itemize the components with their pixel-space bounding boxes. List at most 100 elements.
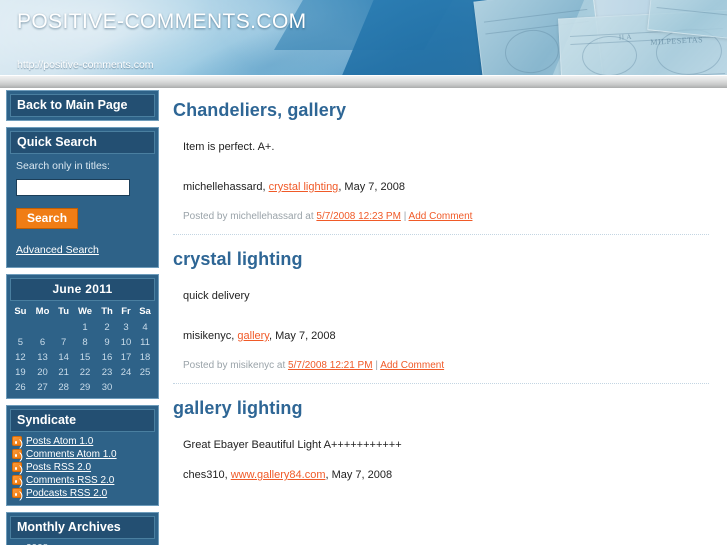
rss-icon [12,436,22,446]
main-content: Chandeliers, gallery Item is perfect. A+… [165,88,727,545]
calendar-week-row: 1 2 3 4 [10,320,155,335]
syndicate-link[interactable]: Podcasts RSS 2.0 [26,488,107,499]
post-divider [173,383,709,384]
calendar-day-cell[interactable]: 7 [54,335,73,350]
post-body: quick delivery [183,290,250,302]
monthly-archives-box: Monthly Archives 2008 May 2008 (9) [6,511,159,545]
calendar-week-row: 12 13 14 15 16 17 18 [10,350,155,365]
calendar-day-cell[interactable]: 11 [135,335,155,350]
post-footer-separator: | [375,360,378,371]
calendar-day-cell[interactable]: 25 [135,365,155,380]
post-date: , May 7, 2008 [269,330,336,342]
calendar-day-cell[interactable]: 21 [54,365,73,380]
banknote-serial-text: II A [618,32,633,42]
syndicate-link[interactable]: Comments RSS 2.0 [26,475,114,486]
calendar-day-header: Mo [35,305,50,317]
calendar-day-cell[interactable] [10,320,31,335]
banner-divider-strip [0,75,727,88]
calendar-day-cell[interactable]: 5 [10,335,31,350]
calendar-day-cell[interactable]: 23 [97,365,117,380]
calendar-day-cell[interactable]: 3 [117,320,135,335]
calendar-day-cell[interactable] [31,320,54,335]
rss-icon [12,475,22,485]
calendar-day-cell[interactable]: 28 [54,380,73,395]
site-title: POSITIVE-COMMENTS.COM [17,10,307,33]
post-meta: michellehassard, crystal lighting, May 7… [183,181,709,193]
post-body: Item is perfect. A+. [183,141,275,153]
calendar-week-row: 26 27 28 29 30 [10,380,155,395]
post-entry: Chandeliers, gallery Item is perfect. A+… [173,100,709,234]
calendar-day-cell[interactable]: 18 [135,350,155,365]
post-entry: gallery lighting Great Ebayer Beautiful … [173,398,709,501]
post-footer-prefix: Posted by michellehassard at [183,211,314,222]
quick-search-box: Quick Search Search only in titles: Sear… [6,127,159,268]
calendar-day-cell[interactable]: 27 [31,380,54,395]
list-item[interactable]: Posts RSS 2.0 [10,461,155,474]
post-title: gallery lighting [173,398,303,418]
add-comment-link[interactable]: Add Comment [409,211,473,222]
calendar-day-header: Sa [139,305,151,317]
list-item[interactable]: Posts Atom 1.0 [10,435,155,448]
syndicate-link[interactable]: Posts RSS 2.0 [26,462,91,473]
calendar-day-header: We [77,305,93,317]
calendar-day-cell[interactable]: 17 [117,350,135,365]
post-footer-separator: | [403,211,407,222]
post-author: misikenyc, [183,330,235,342]
post-category-link[interactable]: www.gallery84.com [231,469,326,481]
calendar-day-cell[interactable]: 19 [10,365,31,380]
calendar-day-cell[interactable]: 15 [73,350,97,365]
calendar-day-cell[interactable] [117,380,135,395]
calendar-day-header-row: Su Mo Tu We Th Fr Sa [10,304,155,320]
calendar-day-cell[interactable]: 24 [117,365,135,380]
search-input[interactable] [16,178,130,196]
back-to-main-page-box[interactable]: Back to Main Page [6,90,159,121]
post-date: , May 7, 2008 [338,181,405,193]
list-item[interactable]: Podcasts RSS 2.0 [10,487,155,500]
list-item[interactable]: Comments RSS 2.0 [10,474,155,487]
calendar-day-cell[interactable]: 4 [135,320,155,335]
quick-search-heading: Quick Search [10,131,155,154]
calendar-day-cell[interactable]: 14 [54,350,73,365]
calendar-day-cell[interactable]: 20 [31,365,54,380]
post-footer-prefix: Posted by misikenyc at [183,360,286,371]
calendar-day-cell[interactable] [54,320,73,335]
calendar-day-cell[interactable]: 6 [31,335,54,350]
syndicate-link[interactable]: Posts Atom 1.0 [26,436,93,447]
calendar-day-cell[interactable]: 1 [73,320,97,335]
advanced-search-link[interactable]: Advanced Search [16,244,149,256]
calendar-day-cell[interactable]: 26 [10,380,31,395]
calendar-month-heading: June 2011 [10,277,155,301]
calendar-day-header: Su [14,305,27,317]
monthly-archives-heading: Monthly Archives [10,515,155,539]
calendar-day-cell[interactable]: 10 [117,335,135,350]
calendar-day-cell[interactable]: 2 [97,320,117,335]
rss-icon [12,449,22,459]
syndicate-link[interactable]: Comments Atom 1.0 [26,449,117,460]
rss-icon [12,488,22,498]
calendar-day-cell[interactable]: 8 [73,335,97,350]
post-divider [173,234,709,235]
post-author: ches310, [183,469,228,481]
post-entry: crystal lighting quick delivery misikeny… [173,249,709,383]
post-permalink[interactable]: 5/7/2008 12:23 PM [316,211,401,222]
post-footer: Posted by michellehassard at 5/7/2008 12… [183,211,709,222]
post-category-link[interactable]: gallery [237,330,269,342]
calendar-day-cell[interactable]: 12 [10,350,31,365]
calendar-day-cell[interactable]: 9 [97,335,117,350]
search-button[interactable]: Search [16,207,79,229]
calendar-day-cell[interactable]: 30 [97,380,117,395]
list-item[interactable]: Comments Atom 1.0 [10,448,155,461]
calendar-day-cell[interactable]: 29 [73,380,97,395]
calendar-day-cell[interactable]: 16 [97,350,117,365]
post-date: , May 7, 2008 [325,469,393,481]
archive-year-toggle[interactable]: 2008 [10,539,155,545]
calendar-week-row: 19 20 21 22 23 24 25 [10,365,155,380]
post-category-link[interactable]: crystal lighting [269,181,339,193]
calendar-week-row: 5 6 7 8 9 10 11 [10,335,155,350]
add-comment-link[interactable]: Add Comment [380,360,444,371]
calendar-day-cell[interactable]: 13 [31,350,54,365]
calendar-day-cell[interactable] [135,380,155,395]
post-permalink[interactable]: 5/7/2008 12:21 PM [288,360,373,371]
back-to-main-page-link[interactable]: Back to Main Page [10,94,155,117]
calendar-day-cell[interactable]: 22 [73,365,97,380]
